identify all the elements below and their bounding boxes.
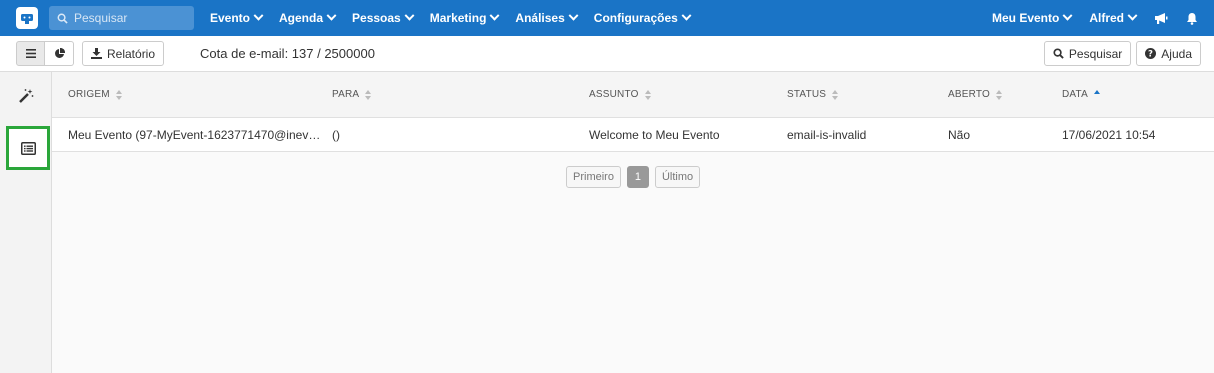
logo-icon xyxy=(21,14,33,24)
help-button[interactable]: ? Ajuda xyxy=(1136,41,1201,66)
email-log-table: ORIGEM PARA ASSUNTO STATUS ABERTO DATA M… xyxy=(52,72,1214,373)
search-icon xyxy=(57,13,68,24)
sort-icon xyxy=(644,89,651,100)
sidebar-item-wizard[interactable] xyxy=(0,72,52,120)
chevron-down-icon xyxy=(1127,10,1138,21)
list-icon xyxy=(20,141,36,155)
user-menu[interactable]: Alfred xyxy=(1089,10,1138,25)
left-sidebar xyxy=(0,72,52,373)
app-logo[interactable] xyxy=(16,7,38,29)
table-row[interactable]: Meu Evento (97-MyEvent-1623771470@ineven… xyxy=(52,118,1214,152)
cell-status: email-is-invalid xyxy=(787,127,867,142)
cell-assunto: Welcome to Meu Evento xyxy=(589,127,720,142)
view-toggle xyxy=(16,41,74,66)
sidebar-item-email-list[interactable] xyxy=(6,126,50,170)
chevron-down-icon xyxy=(326,10,337,21)
cell-origem: Meu Evento (97-MyEvent-1623771470@ineven… xyxy=(68,127,326,142)
pagination: Primeiro 1 Último xyxy=(566,166,706,188)
main-menu: Evento Agenda Pessoas Marketing Análises… xyxy=(210,10,707,25)
sort-icon xyxy=(832,89,839,100)
list-view-button[interactable] xyxy=(16,41,45,66)
last-page-button[interactable]: Último xyxy=(654,166,701,188)
bell-icon xyxy=(1187,12,1197,25)
header-aberto[interactable]: ABERTO xyxy=(948,89,1002,100)
menu-evento[interactable]: Evento xyxy=(210,10,264,25)
menu-agenda[interactable]: Agenda xyxy=(279,10,337,25)
menu-lines-icon xyxy=(25,49,36,58)
page-toolbar: Relatório Cota de e-mail: 137 / 2500000 … xyxy=(0,36,1214,72)
event-switcher[interactable]: Meu Evento xyxy=(992,10,1073,25)
chevron-down-icon xyxy=(253,10,264,21)
menu-analises[interactable]: Análises xyxy=(515,10,579,25)
chevron-down-icon xyxy=(489,10,500,21)
announcements-button[interactable] xyxy=(1154,12,1168,25)
help-icon: ? xyxy=(1145,48,1157,60)
magic-wand-icon xyxy=(19,89,34,103)
sort-asc-icon xyxy=(1094,89,1100,100)
table-header: ORIGEM PARA ASSUNTO STATUS ABERTO DATA xyxy=(52,72,1214,118)
sort-icon xyxy=(365,89,372,100)
menu-pessoas[interactable]: Pessoas xyxy=(352,10,415,25)
chart-view-button[interactable] xyxy=(45,41,74,66)
email-quota: Cota de e-mail: 137 / 2500000 xyxy=(200,46,375,61)
header-assunto[interactable]: ASSUNTO xyxy=(589,89,651,100)
report-button[interactable]: Relatório xyxy=(82,41,165,66)
chevron-down-icon xyxy=(404,10,415,21)
search-button[interactable]: Pesquisar xyxy=(1043,41,1132,66)
global-search[interactable] xyxy=(49,6,194,30)
search-input[interactable] xyxy=(74,11,184,25)
cell-para: () xyxy=(332,127,340,142)
current-page[interactable]: 1 xyxy=(626,166,649,188)
first-page-button[interactable]: Primeiro xyxy=(566,166,621,188)
toolbar-right: Pesquisar ? Ajuda xyxy=(1039,41,1201,66)
header-status[interactable]: STATUS xyxy=(787,89,839,100)
megaphone-icon xyxy=(1155,12,1168,24)
navbar-right: Meu Evento Alfred xyxy=(992,10,1198,25)
menu-marketing[interactable]: Marketing xyxy=(430,10,500,25)
chevron-down-icon xyxy=(568,10,579,21)
cell-data: 17/06/2021 10:54 xyxy=(1062,127,1156,142)
pie-chart-icon xyxy=(54,48,65,58)
menu-configuracoes[interactable]: Configurações xyxy=(594,10,692,25)
sort-icon xyxy=(115,89,122,100)
download-icon xyxy=(91,48,102,59)
header-origem[interactable]: ORIGEM xyxy=(68,89,122,100)
search-icon xyxy=(1053,48,1064,59)
header-data[interactable]: DATA xyxy=(1062,89,1100,100)
chevron-down-icon xyxy=(1062,10,1073,21)
top-navbar: Evento Agenda Pessoas Marketing Análises… xyxy=(0,0,1214,36)
sort-icon xyxy=(995,89,1002,100)
header-para[interactable]: PARA xyxy=(332,89,372,100)
cell-aberto: Não xyxy=(948,127,971,142)
svg-text:?: ? xyxy=(1148,50,1153,60)
chevron-down-icon xyxy=(681,10,692,21)
notifications-button[interactable] xyxy=(1186,12,1198,25)
